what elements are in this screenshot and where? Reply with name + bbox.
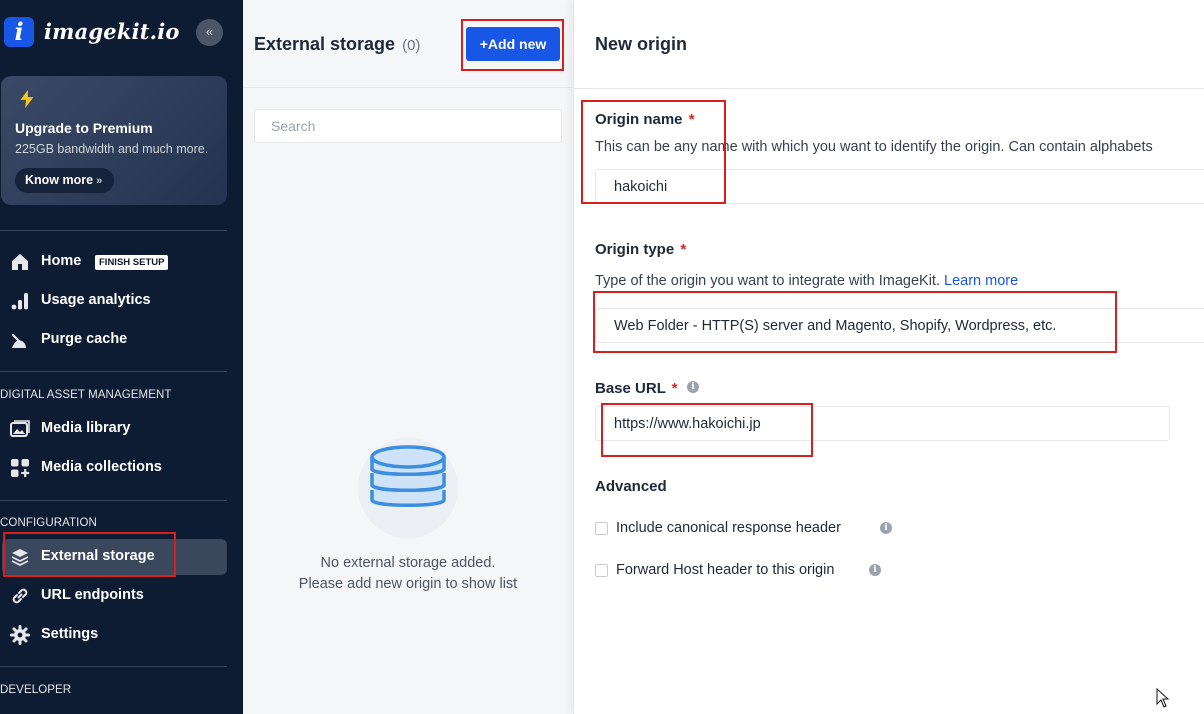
sidebar-item-label: Usage analytics	[41, 292, 151, 308]
section-heading-configuration: CONFIGURATION	[0, 517, 97, 529]
image-icon	[10, 420, 30, 437]
page-title-text: External storage	[254, 34, 396, 54]
section-heading-developer: DEVELOPER	[0, 684, 72, 696]
required-asterisk: *	[671, 380, 678, 397]
sidebar-item-usage-analytics[interactable]: Usage analytics	[2, 283, 227, 319]
origin-type-help: Type of the origin you want to integrate…	[595, 273, 1018, 289]
database-icon	[370, 445, 446, 507]
info-icon[interactable]: i	[880, 522, 892, 534]
upgrade-title: Upgrade to Premium	[15, 120, 153, 136]
panel-title: New origin	[595, 34, 688, 54]
sidebar-divider	[0, 230, 227, 231]
sidebar-item-home[interactable]: Home FINISH SETUP	[2, 244, 227, 280]
sidebar-item-label: Media library	[41, 420, 131, 436]
empty-state-hint: Please add new origin to show list	[298, 576, 518, 592]
info-icon[interactable]: i	[687, 381, 699, 393]
sidebar-item-purge-cache[interactable]: Purge cache	[2, 322, 227, 358]
learn-more-link[interactable]: Learn more	[944, 273, 1018, 289]
storage-list-panel: External storage (0) +Add new No externa…	[243, 0, 573, 714]
sidebar-item-label: URL endpoints	[41, 587, 144, 603]
annotation-box-base-url	[601, 403, 813, 457]
sidebar-item-settings[interactable]: Settings	[2, 617, 227, 653]
panel-header-divider	[574, 88, 1204, 89]
upgrade-title-emphasis: Premium	[92, 120, 153, 136]
sidebar-divider	[0, 666, 227, 667]
collections-icon	[11, 459, 30, 477]
know-more-button[interactable]: Know more»	[15, 168, 115, 193]
upgrade-card: Upgrade to Premium 225GB bandwidth and m…	[1, 76, 227, 205]
sidebar-item-media-library[interactable]: Media library	[2, 411, 227, 447]
annotation-box-origin-type	[593, 291, 1117, 353]
annotation-box-origin-name	[581, 100, 726, 204]
forward-host-checkbox[interactable]	[595, 564, 608, 577]
canonical-header-checkbox[interactable]	[595, 522, 608, 535]
home-icon	[12, 254, 28, 270]
sidebar-item-url-endpoints[interactable]: URL endpoints	[2, 578, 227, 614]
empty-state-message: No external storage added.	[320, 555, 496, 571]
upgrade-title-prefix: Upgrade to	[15, 120, 93, 136]
sidebar-divider	[0, 500, 227, 501]
annotation-box-external-storage	[3, 532, 176, 577]
page-title: External storage (0)	[254, 34, 420, 55]
upgrade-subtitle: 225GB bandwidth and much more.	[15, 142, 209, 156]
info-icon[interactable]: i	[869, 564, 881, 576]
section-heading-dam: DIGITAL ASSET MANAGEMENT	[0, 389, 172, 401]
bar-chart-icon	[11, 293, 28, 310]
base-url-label-text: Base URL	[595, 380, 666, 397]
sidebar-item-label: Home	[41, 253, 82, 269]
broom-icon	[11, 333, 26, 348]
storage-count: (0)	[402, 37, 421, 54]
sidebar-item-media-collections[interactable]: Media collections	[2, 450, 227, 486]
sidebar: i imagekit.io « Upgrade to Premium 225GB…	[0, 0, 243, 714]
origin-type-help-text: Type of the origin you want to integrate…	[595, 273, 940, 289]
link-icon	[12, 588, 28, 604]
logo-text: imagekit.io	[44, 19, 180, 44]
origin-type-label-text: Origin type	[595, 241, 675, 258]
mouse-cursor-icon	[1156, 688, 1170, 708]
finish-setup-badge: FINISH SETUP	[95, 255, 169, 270]
advanced-heading: Advanced	[595, 478, 667, 495]
sidebar-item-label: Media collections	[41, 459, 162, 475]
collapse-sidebar-button[interactable]: «	[196, 19, 223, 46]
gear-icon	[10, 625, 30, 645]
required-asterisk: *	[680, 241, 687, 258]
sidebar-divider	[0, 371, 227, 372]
know-more-label: Know more	[25, 173, 94, 187]
origin-type-label: Origin type *	[595, 241, 686, 258]
imagekit-logo-icon: i	[4, 17, 34, 47]
sidebar-item-label: Settings	[41, 626, 99, 642]
search-input[interactable]	[254, 109, 562, 143]
double-chevron-right-icon: »	[96, 175, 103, 187]
base-url-label: Base URL *	[595, 380, 678, 397]
lightning-icon	[20, 89, 34, 109]
annotation-box-add-new	[461, 19, 564, 71]
sidebar-item-label: Purge cache	[41, 331, 128, 347]
forward-host-label[interactable]: Forward Host header to this origin	[616, 562, 834, 578]
canonical-header-label[interactable]: Include canonical response header	[616, 520, 841, 536]
